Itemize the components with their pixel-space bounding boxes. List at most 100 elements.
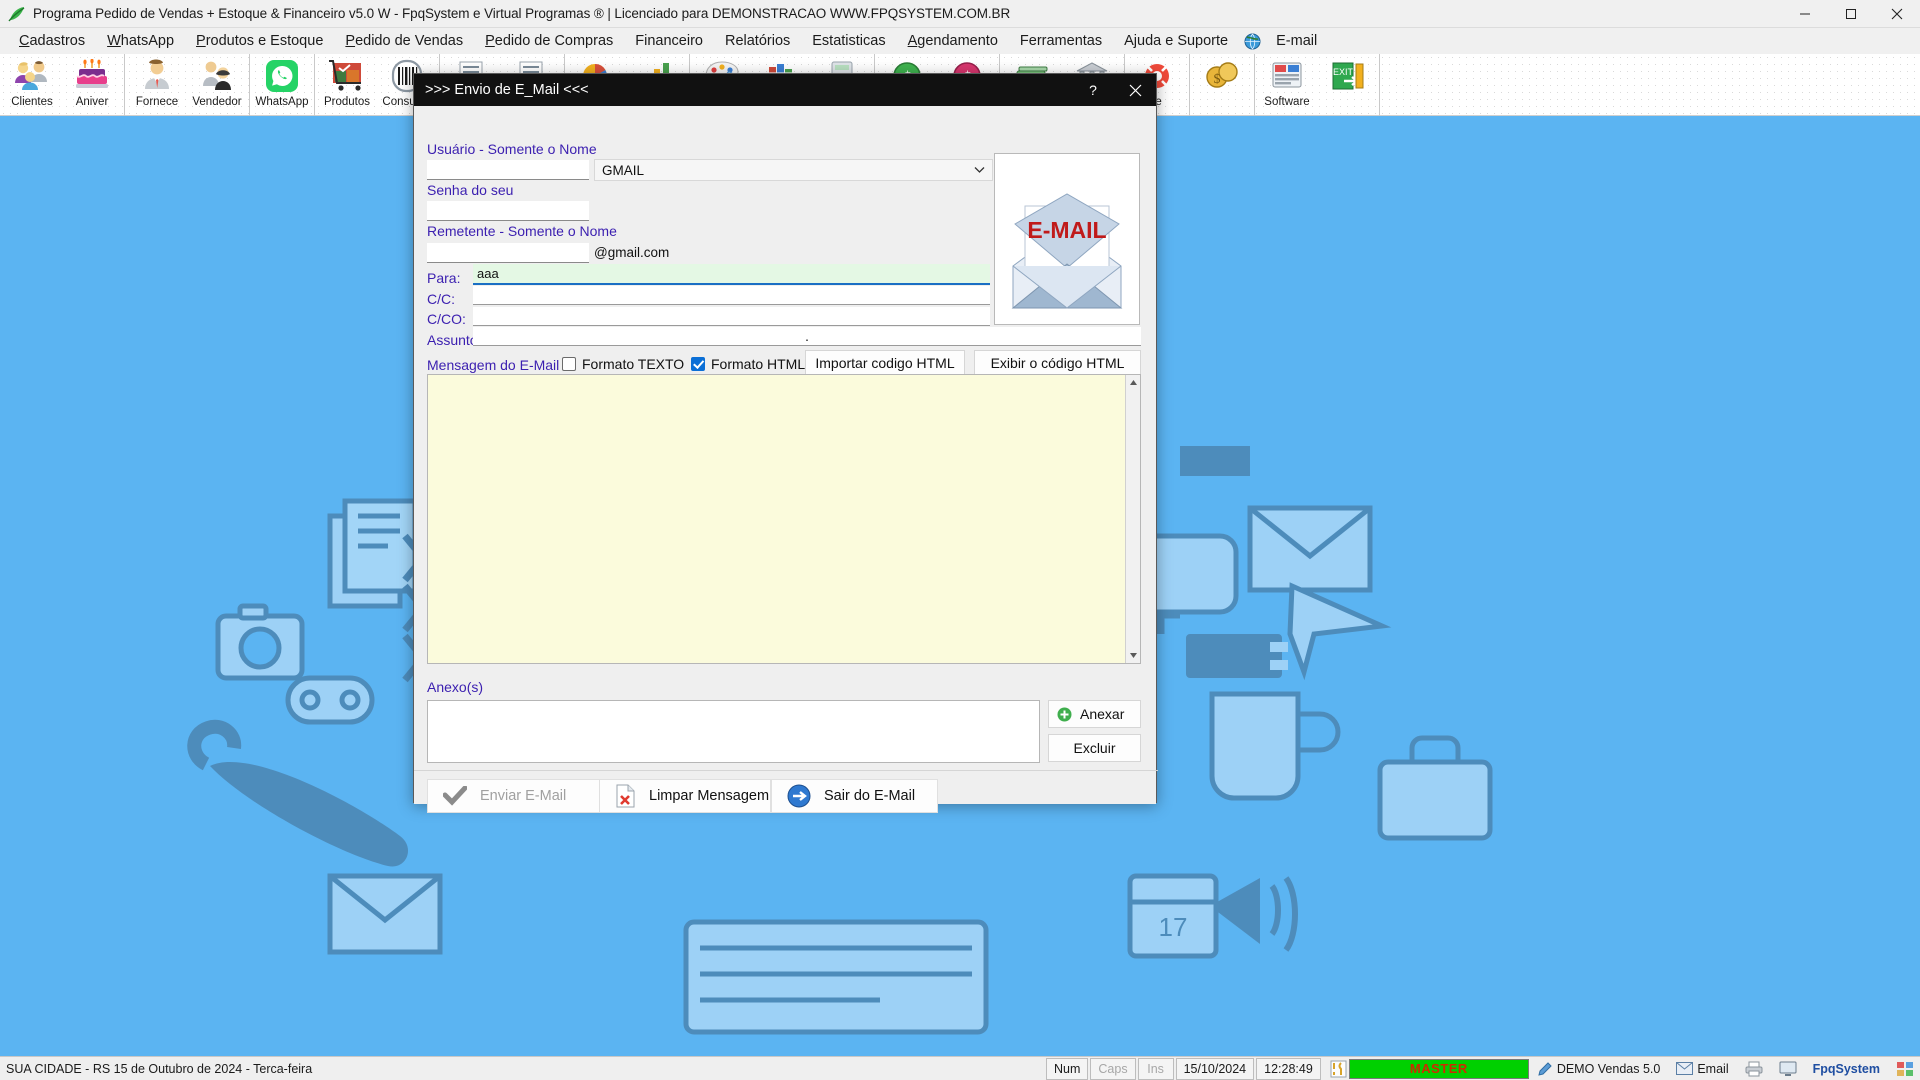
provider-select[interactable]: GMAIL	[594, 159, 993, 181]
attachments-label: Anexo(s)	[427, 679, 484, 695]
toolbar-button-produtos[interactable]: Produtos	[317, 54, 377, 116]
printer-icon[interactable]	[1737, 1061, 1771, 1077]
toolbar-button-whatsapp[interactable]: WhatsApp	[252, 54, 312, 116]
exit-icon: EXIT	[1328, 57, 1366, 95]
window-title: Programa Pedido de Vendas + Estoque & Fi…	[33, 6, 1011, 21]
toolbar-button-vendedor[interactable]: Vendedor	[187, 54, 247, 116]
exit-arrow-icon	[787, 784, 811, 808]
import-html-button[interactable]: Importar codigo HTML	[805, 350, 965, 375]
dialog-title: >>> Envio de E_Mail <<<	[425, 82, 589, 98]
status-email[interactable]: Email	[1668, 1062, 1736, 1076]
toolbar-group-cadastros: Clientes Aniver	[0, 54, 125, 116]
delete-attachment-button[interactable]: Excluir	[1048, 734, 1141, 762]
globe-icon[interactable]	[1239, 30, 1265, 52]
exit-email-button[interactable]: Sair do E-Mail	[771, 779, 938, 813]
sender-input[interactable]	[427, 243, 589, 263]
svg-text:17: 17	[1159, 912, 1188, 942]
status-fpq: FpqSystem	[1812, 1061, 1880, 1076]
menu-item-pedido-vendas[interactable]: Pedido de Vendas	[334, 31, 474, 51]
message-scrollbar[interactable]	[1125, 375, 1140, 663]
toolbar-button-clientes[interactable]: Clientes	[2, 54, 62, 116]
status-master-badge: MASTER	[1348, 1058, 1529, 1079]
user-label: Usuário - Somente o Nome	[427, 141, 597, 157]
toolbar-group-software: Software EXIT	[1255, 54, 1380, 116]
application-window: Programa Pedido de Vendas + Estoque & Fi…	[0, 0, 1920, 1080]
dialog-title-bar: >>> Envio de E_Mail <<< ?	[414, 74, 1156, 106]
attachments-list[interactable]	[427, 700, 1040, 763]
toolbar-button-software[interactable]: Software	[1257, 54, 1317, 116]
coins-icon: $	[1204, 57, 1240, 95]
scroll-down-icon[interactable]	[1126, 648, 1140, 663]
birthday-cake-icon	[73, 57, 111, 95]
toolbar-label: Produtos	[323, 96, 371, 108]
grid-icon[interactable]	[1888, 1061, 1920, 1077]
format-html-checkbox[interactable]: Formato HTML	[691, 356, 805, 372]
user-input[interactable]	[427, 160, 589, 180]
whatsapp-icon	[265, 57, 299, 95]
status-demo: DEMO Vendas 5.0	[1529, 1061, 1669, 1077]
status-location: SUA CIDADE - RS 15 de Outubro de 2024 - …	[6, 1061, 313, 1076]
bcc-input[interactable]	[473, 307, 990, 326]
status-bar: SUA CIDADE - RS 15 de Outubro de 2024 - …	[0, 1056, 1920, 1080]
toolbar-label: Fornece	[135, 96, 179, 108]
maximize-button[interactable]	[1828, 0, 1874, 28]
email-illustration-text: E-MAIL	[1027, 217, 1106, 243]
menu-item-agendamento[interactable]: Agendamento	[897, 31, 1009, 51]
cc-input[interactable]	[473, 286, 990, 305]
toolbar-button-exit[interactable]: EXIT	[1317, 54, 1377, 116]
pencil-icon	[1537, 1061, 1553, 1077]
svg-text:EXIT: EXIT	[1333, 67, 1354, 77]
attach-button-label: Anexar	[1080, 706, 1125, 722]
message-body-area[interactable]	[427, 374, 1141, 664]
clear-message-button[interactable]: Limpar Mensagem	[599, 779, 771, 813]
menu-item-ferramentas[interactable]: Ferramentas	[1009, 31, 1113, 51]
toolbar-label: WhatsApp	[255, 96, 309, 108]
send-email-button[interactable]: Enviar E-Mail	[427, 779, 612, 813]
supplier-person-icon	[140, 57, 174, 95]
svg-text:$: $	[1214, 72, 1221, 87]
send-email-label: Enviar E-Mail	[480, 788, 567, 804]
menu-item-ajuda-suporte[interactable]: Ajuda e Suporte	[1113, 31, 1239, 51]
attach-button[interactable]: Anexar	[1048, 700, 1141, 728]
menu-item-produtos-estoque[interactable]: Produtos e Estoque	[185, 31, 334, 51]
toolbar-button-aniver[interactable]: Aniver	[62, 54, 122, 116]
minimize-button[interactable]	[1782, 0, 1828, 28]
menu-item-estatisticas[interactable]: Estatisticas	[801, 31, 896, 51]
toolbar-label: Software	[1264, 96, 1310, 108]
toolbar-button-fornece[interactable]: Fornece	[127, 54, 187, 116]
shopping-cart-icon	[327, 57, 367, 95]
subject-input[interactable]	[473, 327, 1141, 346]
envelope-icon	[1676, 1062, 1694, 1075]
password-input[interactable]	[427, 201, 589, 221]
close-button[interactable]	[1874, 0, 1920, 28]
status-caps: Caps	[1090, 1057, 1136, 1080]
email-illustration: E-MAIL	[994, 153, 1140, 325]
window-controls	[1782, 0, 1920, 28]
exit-email-label: Sair do E-Mail	[824, 788, 916, 804]
sender-domain-text: @gmail.com	[594, 245, 670, 260]
menu-item-whatsapp[interactable]: WhatsApp	[96, 31, 185, 51]
format-text-label: Formato TEXTO	[582, 356, 685, 372]
dialog-close-button[interactable]	[1114, 74, 1156, 106]
toolbar-group-moedas: $	[1190, 54, 1255, 116]
menu-item-email[interactable]: E-mail	[1265, 31, 1328, 51]
tools-icon	[1322, 1060, 1349, 1078]
menu-item-cadastros[interactable]: Cadastros	[8, 31, 96, 51]
password-label: Senha do seu	[427, 182, 514, 198]
format-text-checkbox[interactable]: Formato TEXTO	[562, 356, 684, 372]
monitor-icon[interactable]	[1771, 1061, 1805, 1077]
show-html-button[interactable]: Exibir o código HTML	[974, 350, 1141, 375]
menu-item-pedido-compras[interactable]: Pedido de Compras	[474, 31, 624, 51]
to-input[interactable]	[473, 264, 990, 285]
window-title-bar: Programa Pedido de Vendas + Estoque & Fi…	[0, 0, 1920, 28]
menu-item-financeiro[interactable]: Financeiro	[624, 31, 714, 51]
toolbar-button-coins[interactable]: $	[1192, 54, 1252, 116]
main-menu-bar: Cadastros WhatsApp Produtos e Estoque Pe…	[0, 28, 1920, 54]
toolbar-label: Aniver	[75, 96, 109, 108]
status-email-label: Email	[1697, 1061, 1729, 1076]
menu-item-relatorios[interactable]: Relatórios	[714, 31, 801, 51]
software-icon	[1268, 57, 1306, 95]
scroll-up-icon[interactable]	[1126, 375, 1140, 390]
app-logo-icon	[7, 5, 27, 23]
dialog-help-button[interactable]: ?	[1072, 74, 1114, 106]
